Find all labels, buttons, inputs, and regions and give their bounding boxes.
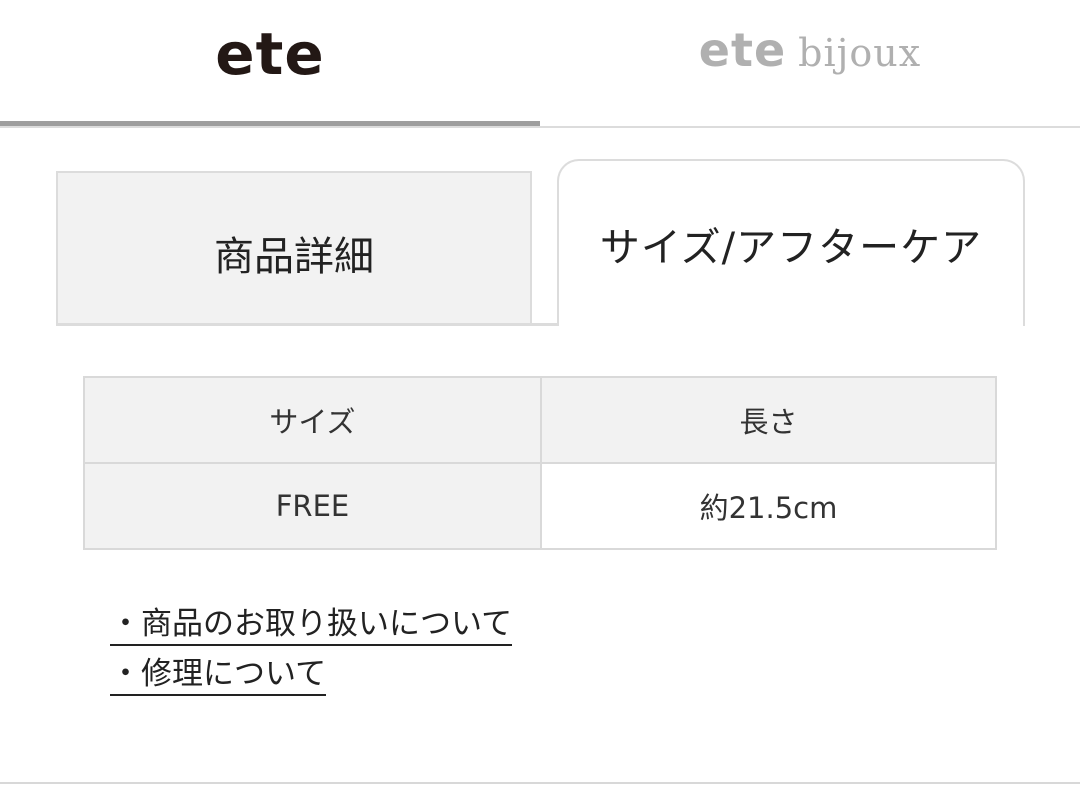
brand-tab-ete-bijoux[interactable]: ete bijoux xyxy=(540,0,1080,128)
length-column-header: 長さ xyxy=(540,376,997,464)
tab-size-aftercare-label: サイズ/アフターケア xyxy=(599,224,983,271)
brand-tab-bar: ete ete bijoux xyxy=(0,0,1080,128)
size-column-header: サイズ xyxy=(83,376,542,464)
size-table: サイズ 長さ FREE 約21.5cm xyxy=(83,376,997,550)
ete-bijoux-logo-ete: ete xyxy=(698,23,787,77)
tab-divider xyxy=(56,323,557,326)
care-links: ・商品のお取り扱いについて ・修理について xyxy=(110,604,513,704)
ete-logo: ete xyxy=(215,20,325,88)
tab-product-details-label: 商品詳細 xyxy=(214,233,374,280)
bottom-divider xyxy=(0,782,1080,784)
ete-bijoux-logo: ete bijoux xyxy=(699,23,921,77)
active-brand-indicator xyxy=(0,121,540,126)
repair-info-link[interactable]: ・修理について xyxy=(110,654,327,696)
table-row: FREE 約21.5cm xyxy=(83,462,997,550)
tab-product-details[interactable]: 商品詳細 xyxy=(56,171,532,326)
brand-tab-ete[interactable]: ete xyxy=(0,0,540,128)
tab-size-aftercare[interactable]: サイズ/アフターケア xyxy=(557,159,1025,326)
size-value-cell: FREE xyxy=(83,462,542,550)
handling-info-link[interactable]: ・商品のお取り扱いについて xyxy=(110,604,513,646)
size-table-header-row: サイズ 長さ xyxy=(83,376,997,464)
ete-bijoux-logo-word: bijoux xyxy=(798,31,922,75)
length-value-cell: 約21.5cm xyxy=(540,462,997,550)
